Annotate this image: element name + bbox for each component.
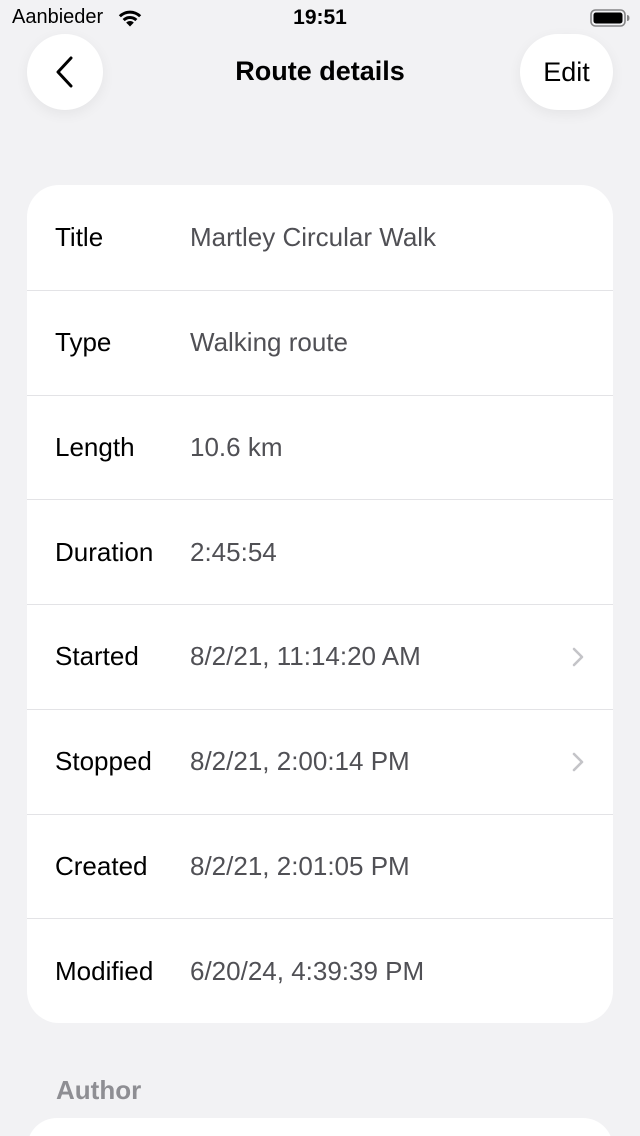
chevron-right-icon — [572, 647, 584, 667]
detail-row-duration: Duration 2:45:54 — [27, 499, 613, 604]
detail-row-length: Length 10.6 km — [27, 394, 613, 500]
detail-row-created: Created 8/2/21, 2:01:05 PM — [27, 813, 613, 919]
detail-value: 8/2/21, 11:14:20 AM — [190, 641, 421, 672]
detail-row-stopped[interactable]: Stopped 8/2/21, 2:00:14 PM — [27, 708, 613, 814]
author-card — [27, 1118, 613, 1136]
detail-label: Length — [55, 431, 135, 462]
detail-label: Stopped — [55, 746, 152, 777]
battery-icon — [590, 9, 630, 27]
edit-button[interactable]: Edit — [520, 34, 613, 110]
detail-label: Type — [55, 327, 112, 358]
detail-label: Modified — [55, 955, 154, 986]
detail-value: 6/20/24, 4:39:39 PM — [190, 955, 425, 986]
chevron-right-icon — [572, 752, 584, 771]
detail-row-started[interactable]: Started 8/2/21, 11:14:20 AM — [27, 604, 613, 709]
detail-value: Martley Circular Walk — [190, 221, 437, 252]
author-section-header: Author — [56, 1075, 142, 1105]
detail-label: Created — [55, 850, 148, 881]
detail-label: Title — [55, 221, 104, 252]
detail-label: Duration — [55, 536, 154, 567]
detail-row-type: Type Walking route — [27, 289, 613, 395]
detail-value: 2:45:54 — [190, 536, 277, 567]
detail-value: 8/2/21, 2:01:05 PM — [190, 850, 410, 881]
status-time: 19:51 — [293, 6, 347, 29]
detail-label: Started — [55, 641, 139, 672]
detail-row-title: Title Martley Circular Walk — [27, 185, 613, 290]
navigation-bar: Route details Edit — [0, 34, 640, 110]
detail-value: 10.6 km — [190, 431, 283, 462]
detail-value: 8/2/21, 2:00:14 PM — [190, 746, 410, 777]
detail-row-modified: Modified 6/20/24, 4:39:39 PM — [27, 918, 613, 1023]
detail-value: Walking route — [190, 327, 348, 358]
route-details-card: Title Martley Circular Walk Type Walking… — [27, 185, 613, 1023]
status-bar: Aanbieder 19:51 — [0, 0, 640, 36]
